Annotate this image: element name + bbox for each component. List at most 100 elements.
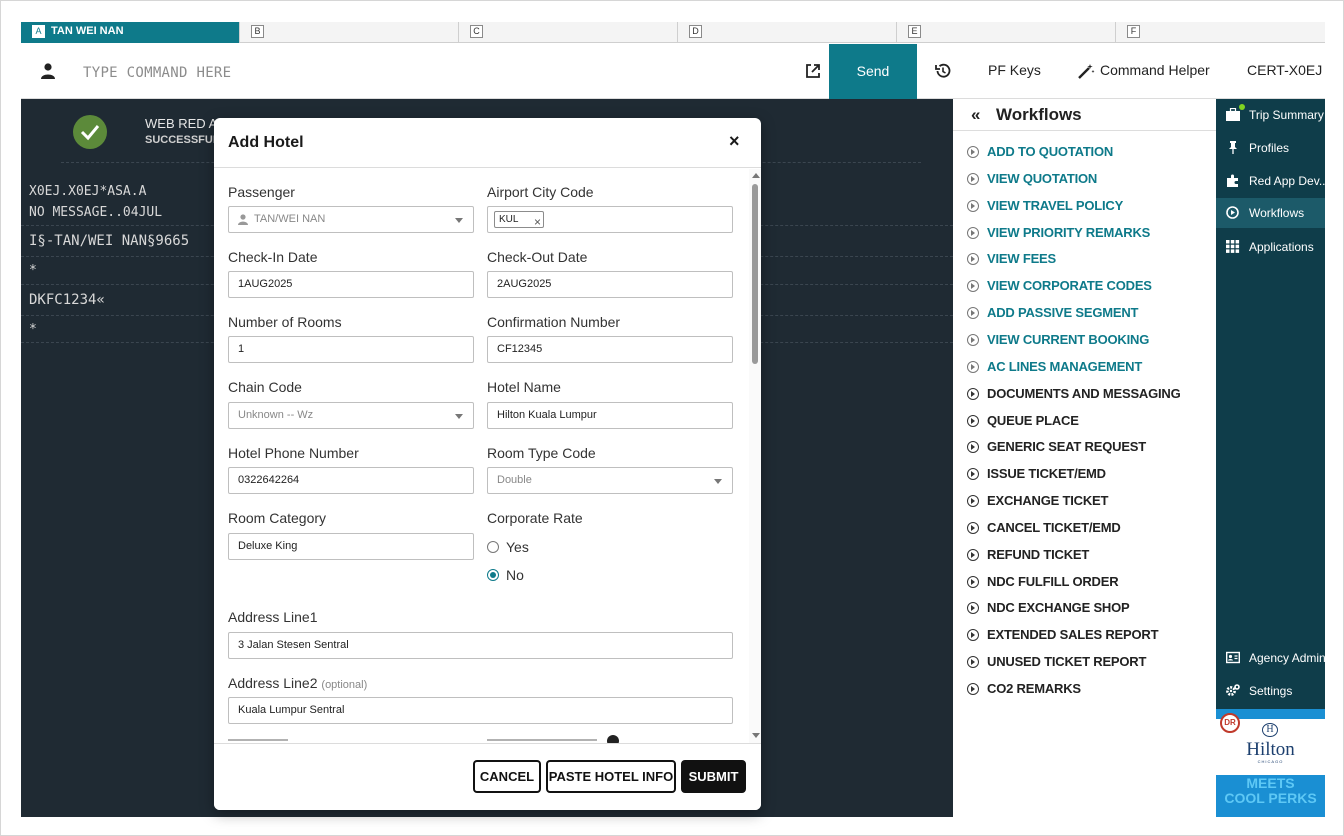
play-circle-icon — [967, 199, 979, 212]
check-out-label: Check-Out Date — [487, 249, 588, 265]
address2-input[interactable]: Kuala Lumpur Sentral — [228, 697, 733, 724]
nav-label: Red App Dev... — [1249, 174, 1329, 188]
close-icon[interactable]: × — [729, 131, 740, 152]
workflow-label: QUEUE PLACE — [987, 412, 1079, 428]
pcc-label[interactable]: CERT-X0EJ — [1247, 62, 1322, 78]
ad-brand: Hilton — [1246, 739, 1295, 760]
command-bar: Send PF Keys Command Helper CERT-X0EJ — [21, 44, 1325, 99]
tab-letter: C — [470, 25, 483, 38]
corporate-rate-no-radio[interactable] — [487, 569, 499, 581]
hotel-name-label: Hotel Name — [487, 379, 561, 395]
nav-item-agency-admin[interactable]: Agency Admin — [1216, 643, 1326, 673]
dialog-scrollbar[interactable] — [749, 169, 761, 743]
send-button[interactable]: Send — [829, 44, 917, 99]
nav-label: Agency Admin — [1249, 651, 1326, 665]
workflows-title: Workflows — [996, 105, 1082, 124]
tab-d[interactable]: D — [678, 22, 897, 43]
workflow-label: REFUND TICKET — [987, 546, 1090, 562]
tab-name: TAN WEI NAN — [51, 25, 124, 37]
ad-headline-1: MEETS — [1246, 775, 1295, 791]
confirmation-label: Confirmation Number — [487, 314, 621, 330]
room-type-label: Room Type Code — [487, 445, 596, 461]
airport-city-code-input[interactable]: KUL × — [487, 206, 733, 233]
chevron-down-icon — [455, 414, 463, 419]
confirmation-input[interactable]: CF12345 — [487, 336, 733, 363]
cancel-button[interactable]: CANCEL — [473, 760, 541, 793]
gears-icon — [1226, 684, 1240, 696]
grid-icon — [1226, 240, 1240, 253]
pf-keys-button[interactable]: PF Keys — [988, 62, 1041, 78]
hotel-phone-label: Hotel Phone Number — [228, 445, 359, 461]
check-icon — [73, 115, 107, 149]
address1-label: Address Line1 — [228, 609, 318, 625]
play-circle-icon — [967, 307, 979, 320]
address1-input[interactable]: 3 Jalan Stesen Sentral — [228, 632, 733, 659]
id-card-icon — [1226, 651, 1240, 664]
workflow-label: EXCHANGE TICKET — [987, 493, 1109, 509]
tab-e[interactable]: E — [897, 22, 1116, 43]
tab-letter: D — [689, 25, 702, 38]
workflow-label: VIEW PRIORITY REMARKS — [987, 224, 1151, 240]
passenger-select[interactable]: TAN/WEI NAN — [228, 206, 474, 233]
paste-hotel-info-button[interactable]: PASTE HOTEL INFO — [546, 760, 676, 793]
chain-code-select[interactable]: Unknown -- Wz — [228, 402, 474, 429]
room-category-input[interactable]: Deluxe King — [228, 533, 474, 560]
nav-item-red-app-dev[interactable]: Red App Dev... — [1216, 166, 1329, 196]
history-icon[interactable] — [934, 62, 952, 80]
workflow-label: DOCUMENTS AND MESSAGING — [987, 385, 1181, 401]
nav-item-applications[interactable]: Applications — [1216, 232, 1325, 262]
nav-item-settings[interactable]: Settings — [1216, 676, 1325, 706]
terminal-line: I§-TAN/WEI NAN§9665 — [29, 233, 190, 249]
optional-hint: (optional) — [321, 679, 368, 691]
tab-f[interactable]: F — [1116, 22, 1325, 43]
scroll-up-icon[interactable] — [752, 173, 760, 178]
chevron-down-icon — [714, 479, 722, 484]
nav-item-workflows[interactable]: Workflows — [1216, 198, 1325, 228]
scroll-thumb[interactable] — [752, 184, 758, 364]
corporate-rate-yes-label: Yes — [506, 539, 529, 555]
external-link-icon[interactable] — [805, 63, 821, 79]
briefcase-icon — [1226, 108, 1240, 121]
pin-icon — [1229, 141, 1237, 154]
rooms-input[interactable]: 1 — [228, 336, 474, 363]
command-helper-button[interactable]: Command Helper — [1100, 62, 1210, 78]
play-circle-icon — [967, 280, 979, 293]
tab-b[interactable]: B — [240, 22, 459, 43]
submit-button[interactable]: SUBMIT — [681, 760, 746, 793]
hotel-name-input[interactable]: Hilton Kuala Lumpur — [487, 402, 733, 429]
play-circle-icon — [967, 253, 979, 266]
nav-item-trip-summary[interactable]: Trip Summary — [1216, 100, 1325, 130]
dialog-body[interactable]: Passenger TAN/WEI NAN Airport City Code … — [214, 169, 749, 743]
corporate-rate-yes-radio[interactable] — [487, 541, 499, 553]
ad-brand-sub: CHICAGO — [1257, 759, 1284, 764]
play-circle-icon — [967, 629, 979, 642]
scroll-down-icon[interactable] — [752, 733, 760, 738]
tab-letter: E — [908, 25, 921, 38]
ad-badge: DR — [1220, 713, 1240, 733]
tab-c[interactable]: C — [459, 22, 678, 43]
command-input[interactable] — [83, 63, 783, 83]
passenger-label: Passenger — [228, 184, 295, 200]
check-out-input[interactable]: 2AUG2025 — [487, 271, 733, 298]
room-type-select[interactable]: Double — [487, 467, 733, 494]
corporate-rate-no-label: No — [506, 567, 524, 583]
workflows-panel: « Workflows ADD TO QUOTATION VIEW QUOTATI… — [953, 99, 1216, 817]
chevron-down-icon — [455, 218, 463, 223]
address2-label: Address Line2 (optional) — [228, 675, 367, 691]
remove-chip-icon[interactable]: × — [534, 210, 541, 232]
check-in-input[interactable]: 1AUG2025 — [228, 271, 474, 298]
tab-a[interactable]: A TAN WEI NAN — [21, 22, 240, 43]
workflow-label: EXTENDED SALES REPORT — [987, 627, 1159, 643]
terminal-line: * — [29, 263, 37, 278]
hotel-phone-input[interactable]: 0322642264 — [228, 467, 474, 494]
collapse-icon[interactable]: « — [971, 105, 980, 125]
terminal-line: DKFC1234« — [29, 292, 105, 308]
nav-item-profiles[interactable]: Profiles — [1216, 133, 1325, 163]
info-icon — [607, 735, 619, 743]
play-circle-icon — [967, 360, 979, 373]
hilton-advertisement[interactable]: H Hilton CHICAGO DR MEETS COOL PERKS — [1216, 709, 1325, 817]
workflow-label: ISSUE TICKET/EMD — [987, 466, 1106, 482]
workflow-label: VIEW CURRENT BOOKING — [987, 331, 1150, 347]
rooms-label: Number of Rooms — [228, 314, 342, 330]
dialog-title: Add Hotel — [228, 134, 304, 151]
